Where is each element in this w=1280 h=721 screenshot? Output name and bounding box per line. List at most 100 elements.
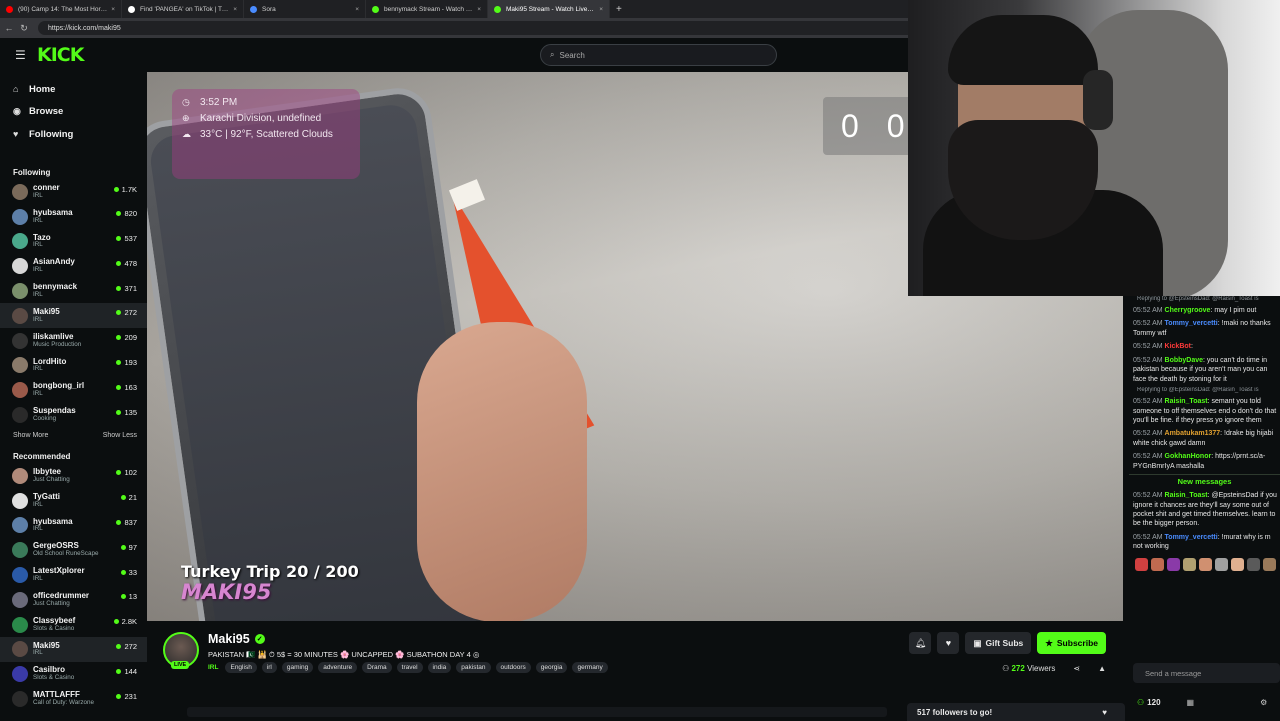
stream-tag[interactable]: gaming [281, 662, 314, 673]
close-tab-icon[interactable]: × [355, 6, 359, 13]
streamer-name[interactable]: Maki95 [208, 632, 250, 646]
channel-viewers: 97 [121, 543, 137, 552]
emote[interactable] [1183, 557, 1196, 571]
sidebar-channel-lordhito[interactable]: LordHito IRL 193 [0, 353, 147, 378]
tab-title: bennymack Stream - Watch Live [384, 5, 474, 13]
channel-viewers: 102 [116, 468, 137, 477]
close-tab-icon[interactable]: × [599, 6, 603, 13]
sidebar-channel-tazo[interactable]: Tazo IRL 537 [0, 229, 147, 254]
emote-picker-icon[interactable]: ▦ [1187, 698, 1195, 707]
sidebar-channel-hyubsama[interactable]: hyubsama IRL 837 [0, 513, 147, 538]
emote[interactable] [1247, 557, 1260, 571]
channel-viewers: 135 [116, 408, 137, 417]
sidebar-channel-maki95[interactable]: Maki95 IRL 272 [0, 637, 147, 662]
points-icon[interactable]: ⚇ [1137, 698, 1144, 707]
chat-username[interactable]: GokhanHonor [1165, 453, 1212, 460]
sidebar-channel-mattlafff[interactable]: MATTLAFFF Call of Duty: Warzone 231 [0, 687, 147, 712]
sidebar-channel-conner[interactable]: conner IRL 1.7K [0, 180, 147, 205]
chat-reply-context: Replying to @EpsteinsDad: @Raisin_Toast … [1137, 387, 1259, 394]
chat-username[interactable]: Ambatukam1377 [1165, 430, 1221, 437]
menu-icon[interactable]: ☰ [15, 48, 27, 62]
chat-message[interactable]: 05:52 AM BobbyDave: you can't do time in… [1123, 355, 1280, 384]
chat-message[interactable]: 05:52 AM Cherrygroove: may I pim out [1123, 305, 1280, 315]
emote[interactable] [1231, 557, 1244, 571]
sidebar-channel-maki95[interactable]: Maki95 IRL 272 [0, 303, 147, 329]
chat-message[interactable]: 05:52 AM Ambatukam1377: !drake big hijab… [1123, 428, 1280, 448]
kick-logo[interactable]: KICK [37, 44, 84, 66]
chat-message[interactable]: 05:52 AM GokhanHonor: https://prnt.sc/a-… [1123, 451, 1280, 471]
browser-tab[interactable]: (90) Camp 14: The Most Horribl × [0, 0, 122, 18]
back-icon[interactable]: ← [3, 23, 15, 33]
show-less-button[interactable]: Show Less [103, 432, 137, 439]
chat-message[interactable]: 05:52 AM Tommy_vercetti: !maki no thanks… [1123, 318, 1280, 338]
settings-icon[interactable]: ⚙ [1260, 698, 1267, 707]
emote[interactable] [1151, 557, 1164, 571]
channel-text: iliskamlive Music Production [33, 332, 81, 349]
follow-button[interactable]: ♥ [937, 632, 960, 654]
report-icon[interactable]: ▲ [1098, 664, 1106, 673]
sidebar-channel-gergeosrs[interactable]: GergeOSRS Old School RuneScape 97 [0, 538, 147, 563]
url-field[interactable]: https://kick.com/maki95 [38, 21, 918, 35]
chat-message[interactable]: 05:52 AM Tommy_vercetti: !murat why is m… [1123, 532, 1280, 552]
sidebar-channel-bongbong_irl[interactable]: bongbong_irl IRL 163 [0, 378, 147, 403]
stream-tag[interactable]: india [427, 662, 452, 673]
search-input[interactable]: ⌕ Search [540, 44, 777, 66]
browser-tab[interactable]: Find 'PANGEA' on TikTok | TikTo × [122, 0, 244, 18]
browser-tab[interactable]: Sora × [244, 0, 366, 18]
stream-category[interactable]: IRL [208, 664, 218, 671]
emote[interactable] [1199, 557, 1212, 571]
subscribe-button[interactable]: ★ Subscribe [1037, 632, 1106, 654]
stream-tag[interactable]: adventure [318, 662, 358, 673]
sidebar-channel-tygatti[interactable]: TyGatti IRL 21 [0, 488, 147, 513]
chat-username[interactable]: KickBot [1165, 343, 1191, 350]
emote[interactable] [1215, 557, 1228, 571]
chat-username[interactable]: BobbyDave [1165, 357, 1204, 364]
browser-tab[interactable]: bennymack Stream - Watch Live × [366, 0, 488, 18]
browser-tab[interactable]: Maki95 Stream - Watch Live on × [488, 0, 610, 18]
chat-username[interactable]: Tommy_vercetti [1165, 320, 1218, 327]
chat-username[interactable]: Raisin_Toast [1165, 398, 1208, 405]
chat-input[interactable]: Send a message [1133, 663, 1280, 683]
sidebar-channel-asianandy[interactable]: AsianAndy IRL 478 [0, 254, 147, 279]
emote[interactable] [1135, 557, 1148, 571]
stream-tag[interactable]: germany [572, 662, 608, 673]
chat-message[interactable]: 05:52 AM KickBot: [1123, 341, 1280, 351]
stream-tag[interactable]: travel [396, 662, 423, 673]
reload-icon[interactable]: ↻ [18, 23, 30, 34]
stream-tag[interactable]: English [225, 662, 257, 673]
gift-subs-button[interactable]: ▣ Gift Subs [965, 632, 1032, 654]
close-tab-icon[interactable]: × [477, 6, 481, 13]
close-tab-icon[interactable]: × [111, 6, 115, 13]
chat-username[interactable]: Cherrygroove [1165, 307, 1211, 314]
stream-tag[interactable]: irl [261, 662, 277, 673]
sidebar-channel-lbbytee[interactable]: lbbytee Just Chatting 102 [0, 463, 147, 488]
new-messages-divider[interactable]: New messages [1129, 474, 1280, 486]
stream-tag[interactable]: pakistan [456, 662, 491, 673]
sidebar-channel-bennymack[interactable]: bennymack IRL 371 [0, 279, 147, 304]
nav-browse[interactable]: ◉ Browse [0, 101, 147, 124]
close-tab-icon[interactable]: × [233, 6, 237, 13]
sidebar-channel-iliskamlive[interactable]: iliskamlive Music Production 209 [0, 328, 147, 353]
share-icon[interactable]: ⋖ [1073, 664, 1080, 673]
sidebar-channel-suspendas[interactable]: Suspendas Cooking 135 [0, 403, 147, 428]
stream-tag[interactable]: georgia [535, 662, 568, 673]
nav-following[interactable]: ♥ Following [0, 123, 147, 146]
stream-tag[interactable]: Drama [362, 662, 392, 673]
sidebar-channel-officedrummer[interactable]: officedrummer Just Chatting 13 [0, 587, 147, 612]
nav-home[interactable]: ⌂ Home [0, 78, 147, 101]
sidebar-channel-latestxplorer[interactable]: LatestXplorer IRL 33 [0, 563, 147, 588]
chat-username[interactable]: Tommy_vercetti [1165, 534, 1218, 541]
sidebar-channel-casilbro[interactable]: Casilbro Slots & Casino 144 [0, 662, 147, 687]
chat-message[interactable]: 05:52 AM Raisin_Toast: @EpsteinsDad if y… [1123, 490, 1280, 529]
emote[interactable] [1263, 557, 1276, 571]
stream-tag[interactable]: outdoors [495, 662, 531, 673]
chat-username[interactable]: Raisin_Toast [1165, 492, 1208, 499]
notification-bell-button[interactable]: 🔔︎ [909, 632, 932, 654]
sidebar-channel-hyubsama[interactable]: hyubsama IRL 820 [0, 204, 147, 229]
new-tab-icon[interactable]: + [610, 4, 628, 15]
chat-message[interactable]: 05:52 AM Raisin_Toast: semant you told s… [1123, 396, 1280, 425]
channel-viewers: 193 [116, 358, 137, 367]
show-more-button[interactable]: Show More [13, 432, 48, 439]
emote[interactable] [1167, 557, 1180, 571]
sidebar-channel-classybeef[interactable]: Classybeef Slots & Casino 2.8K [0, 612, 147, 637]
